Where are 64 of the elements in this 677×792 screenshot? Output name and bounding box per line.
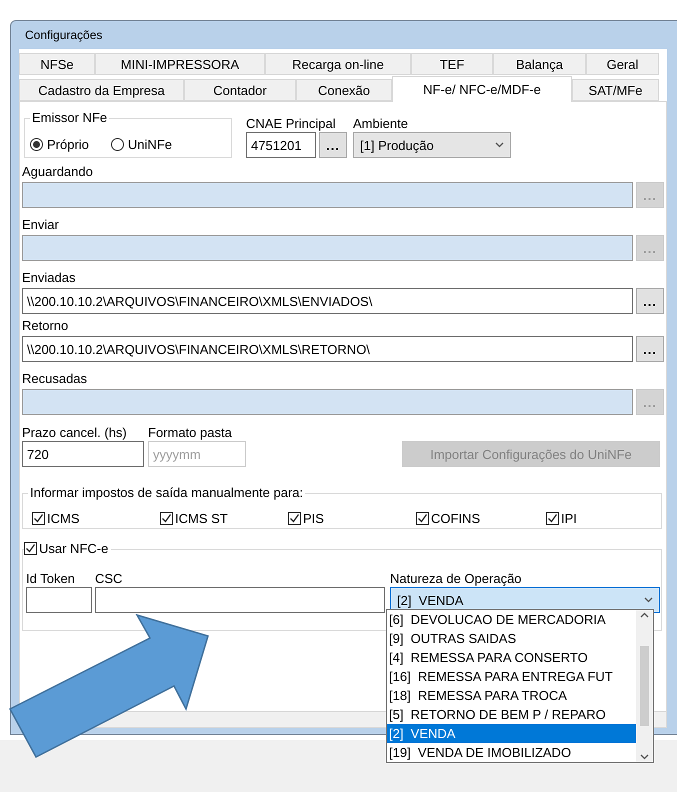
field-label: Recusadas [22, 371, 88, 387]
scrollbar[interactable] [636, 610, 653, 762]
browse-button[interactable]: ... [636, 336, 664, 362]
browse-button[interactable]: ... [636, 288, 664, 314]
checkbox[interactable] [416, 512, 429, 525]
checkbox[interactable] [32, 512, 45, 525]
tab[interactable]: Geral [586, 53, 659, 75]
group-label: Informar impostos de saída manualmente para: [28, 485, 306, 501]
checkbox-label: PIS [303, 511, 324, 526]
tab[interactable]: Balança [493, 53, 586, 75]
tab[interactable]: SAT/MFe [572, 79, 659, 101]
tab[interactable]: MINI-IMPRESSORA [95, 53, 265, 75]
checkbox-label: Usar NFC-e [39, 541, 108, 556]
radio-button[interactable] [30, 138, 43, 151]
browse-button[interactable]: ... [319, 132, 347, 158]
window-title: Configurações [24, 27, 104, 44]
field-label: Retorno [22, 318, 70, 334]
checkbox[interactable] [24, 542, 37, 555]
checkbox-label: ICMS [47, 511, 80, 526]
radio-label: Próprio [47, 137, 89, 152]
field-label: Aguardando [22, 164, 94, 180]
dropdown[interactable]: [1] Produção [353, 132, 511, 158]
checkbox-label: COFINS [431, 511, 480, 526]
field-label: CSC [95, 571, 124, 587]
dropdown-option[interactable]: [5] RETORNO DE BEM P / REPARO [387, 705, 636, 724]
radio-label: UniNFe [128, 137, 172, 152]
field-label: Enviadas [22, 270, 76, 286]
tab[interactable]: TEF [411, 53, 493, 75]
checkbox[interactable] [546, 512, 559, 525]
field-label: Id Token [26, 571, 76, 587]
dropdown-option[interactable]: [16] REMESSA PARA ENTREGA FUT [387, 667, 636, 686]
input-field[interactable]: \\200.10.10.2\ARQUIVOS\FINANCEIRO\XMLS\RETORNO\ [22, 336, 633, 362]
field-label: Enviar [22, 217, 60, 233]
input-field[interactable]: 4751201 [246, 132, 316, 158]
field-label: Prazo cancel. (hs) [22, 425, 128, 441]
dropdown-option[interactable]: [2] VENDA [387, 724, 636, 743]
dropdown-option[interactable]: [18] REMESSA PARA TROCA [387, 686, 636, 705]
checkbox[interactable] [160, 512, 173, 525]
chevron-down-icon [640, 754, 649, 760]
tab[interactable]: Conexão [296, 79, 392, 101]
tab[interactable]: NFSe [19, 53, 95, 75]
input-field[interactable]: 720 [22, 441, 144, 467]
dropdown-option[interactable]: [19] VENDA DE IMOBILIZADO [387, 743, 636, 762]
field-label: Natureza de Operação [390, 571, 523, 587]
dropdown-option[interactable]: [6] DEVOLUCAO DE MERCADORIA [387, 610, 636, 629]
radio-button[interactable] [110, 138, 124, 151]
field-label: CNAE Principal [246, 116, 337, 132]
checkbox-label: IPI [561, 511, 577, 526]
chevron-down-icon [495, 142, 504, 148]
tab[interactable]: Contador [184, 79, 296, 101]
input-field[interactable] [95, 587, 385, 613]
tab[interactable]: NF-e/ NFC-e/MDF-e [392, 76, 572, 102]
checkbox[interactable] [288, 512, 301, 525]
input-field[interactable] [26, 587, 92, 613]
tab[interactable]: Cadastro da Empresa [19, 79, 184, 101]
field-label: Formato pasta [148, 425, 233, 441]
dropdown-option[interactable]: [9] OUTRAS SAIDAS [387, 629, 636, 648]
field-label: Ambiente [353, 116, 409, 132]
tab[interactable]: Recarga on-line [265, 53, 411, 75]
dropdown-option[interactable]: [4] REMESSA PARA CONSERTO [387, 648, 636, 667]
chevron-up-icon [640, 612, 649, 618]
input-field[interactable]: \\200.10.10.2\ARQUIVOS\FINANCEIRO\XMLS\ENVIADOS\ [22, 288, 633, 314]
chevron-down-icon [644, 597, 653, 603]
checkbox-label: ICMS ST [175, 511, 228, 526]
